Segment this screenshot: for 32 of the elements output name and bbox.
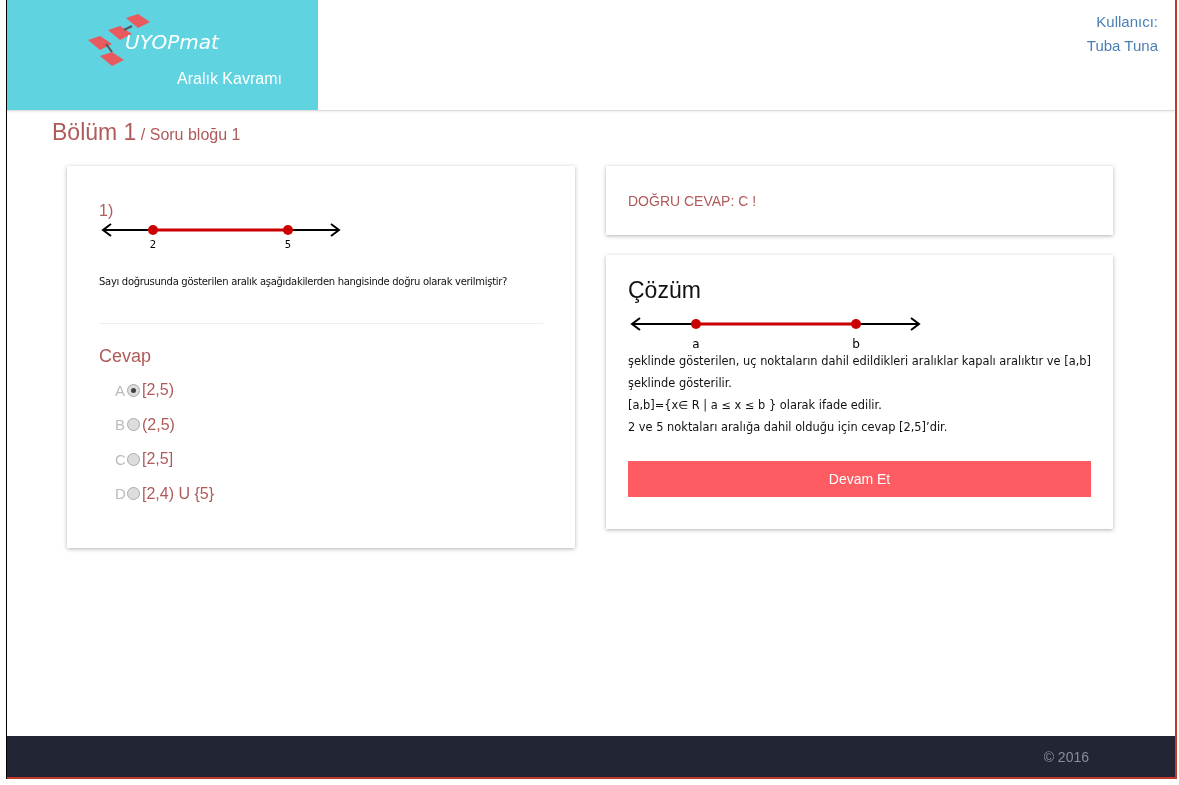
option-text[interactable]: (2,5) [142,415,175,434]
section-title: Bölüm 1 [52,119,137,145]
course-title: Aralık Kavramı [177,70,282,88]
option-letter: A [115,381,126,399]
option-letter: D [115,485,126,503]
result-text: DOĞRU CEVAP: C ! [628,193,757,209]
solution-title: Çözüm [628,277,702,304]
answer-heading: Cevap [99,346,153,367]
question-text: Sayı doğrusunda gösterilen aralık aşağıdakilerden hangisinde doğru olarak verilmiştir? [99,276,509,287]
radio-button[interactable] [127,383,140,397]
point-label: a [692,337,700,350]
copyright-text: © 2016 [1043,748,1089,765]
option-letter: C [115,450,126,468]
solution-text: [a,b]={x∈ R | a ≤ x ≤ b } olarak ifade edilir. [628,397,883,414]
point-label: 2 [149,239,157,250]
radio-button[interactable] [127,418,140,432]
solution-text: şeklinde gösterilen, uç noktaların dahil edildikleri aralıklar kapalı aralıktır ve [a,b] şeklinde gösterilir. [628,353,1091,392]
solution-text: 2 ve 5 noktaları aralığa dahil olduğu için cevap [2,5]’dir. [628,419,949,436]
continue-button[interactable]: Devam Et [628,461,1091,497]
option-text[interactable]: [2,5) [142,381,174,400]
option-text[interactable]: [2,5] [142,450,174,469]
radio-button[interactable] [127,452,140,466]
user-name: Tuba Tuna [1086,36,1158,56]
user-label: Kullanıcı: [1095,12,1158,32]
block-title: / Soru bloğu 1 [140,126,241,143]
logo-text: UYOPmat [125,30,219,54]
option-letter: B [115,416,126,434]
point-label: b [852,337,860,350]
point-label: 5 [284,239,292,250]
question-number: 1) [99,202,115,220]
option-text[interactable]: [2,4) U {5} [142,484,215,503]
radio-button[interactable] [127,487,140,501]
